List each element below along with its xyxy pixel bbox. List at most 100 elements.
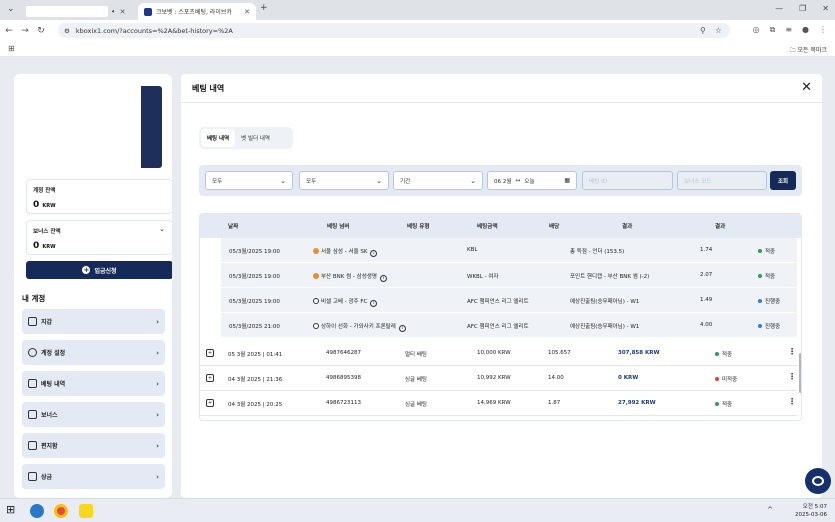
row-bet-type: 싱글 베팅 [405,377,427,383]
sidebar-item-prize[interactable]: 상금 › [22,464,165,489]
banner-redacted [26,86,141,168]
all-bookmarks-link[interactable]: 🗀 모든 북마크 [790,45,827,56]
kakaotalk-icon[interactable] [79,504,93,518]
row-menu-icon[interactable]: ⋮ [788,372,796,381]
tray-chevron-icon[interactable]: ^ [767,506,773,514]
select-value: 기간 [400,178,411,185]
sidebar-item-bonus[interactable]: 보너스 › [22,402,165,427]
filter-select-period[interactable]: 기간 ⌄ [393,171,483,190]
reload-icon[interactable]: ↻ [34,26,48,36]
wallet-icon [28,317,37,326]
zoom-icon[interactable]: ⚲ [700,26,706,35]
edge-browser-icon[interactable] [30,504,44,518]
info-icon[interactable]: i [370,250,378,257]
range-arrow-icon: ↔ [515,177,521,184]
menu-kebab-icon[interactable]: ⋮ [819,25,827,35]
info-icon[interactable]: i [379,275,387,282]
back-icon[interactable]: ← [2,26,16,36]
tab-bet-builder-history[interactable]: 벳 빌더 내역 [235,129,276,147]
profile-icon[interactable]: ● [802,25,809,35]
url-field[interactable]: ⚙ kboxix1.com/?accounts=%2A&bet-history=… [58,23,730,38]
sidebar-item-bet-history[interactable]: 베팅 내역 › [22,371,165,396]
info-icon[interactable]: i [398,325,406,332]
system-clock[interactable]: 오전 5:07 2025-03-06 [795,503,827,519]
sidebar-item-label: 상금 [41,474,53,481]
balance-label: 계정 잔액 [33,188,56,194]
clock-date: 2025-03-06 [795,512,827,518]
row-amount: 10,000 KRW [477,350,511,356]
bonus-code-input[interactable]: 보너스 코드 [677,171,767,190]
filter-select-type[interactable]: 모두 ⌄ [299,171,389,190]
tab-search-icon[interactable]: ⌄ [7,4,15,14]
forward-icon[interactable]: → [18,26,32,36]
selection-date: 05/3월/2025 21:00 [229,324,280,330]
chevron-right-icon: › [156,317,159,326]
col-result: 결과 [622,224,633,230]
trophy-icon [28,472,37,481]
selection-market: 포인트 핸디캡 - 부산 BNK 썸 (-2) [570,274,650,280]
chevron-down-icon[interactable]: ⌄ [159,225,165,233]
bet-id-input[interactable]: 베팅 ID [582,171,673,190]
restore-icon[interactable]: ❐ [799,4,806,13]
site-info-icon[interactable]: ⚙ [64,27,70,35]
sidebar-item-wallet[interactable]: 지갑 › [22,309,165,334]
date-from: 06 2월 [494,178,512,185]
basketball-icon [313,248,319,254]
puzzle-icon[interactable]: ⧉ [770,25,776,35]
bet-history-icon [28,379,37,388]
media-icon[interactable]: ≡ [785,25,792,35]
bonus-card[interactable]: 보너스 잔액 ⌄ 0 KRW [26,220,172,255]
table-scrollbar[interactable] [799,238,801,418]
col-odds: 배당 [549,224,560,230]
tab-bet-history[interactable]: 베팅 내역 [201,129,236,147]
site-favicon-icon [144,7,152,16]
sidebar-item-inbox[interactable]: 편지함 › [22,433,165,458]
chrome-browser-icon[interactable] [54,504,68,518]
sidebar-item-label: 편지함 [41,443,58,450]
apps-grid-icon[interactable]: ⊞ [8,44,15,53]
row-odds: 105.657 [548,350,571,356]
date-range-picker[interactable]: 06 2월 ↔ 오늘 ▦ [487,171,577,190]
minimize-icon[interactable]: — [775,4,783,13]
row-menu-icon[interactable]: ⋮ [788,397,796,406]
filter-select-status[interactable]: 모두 ⌄ [205,171,293,190]
row-amount: 14,969 KRW [477,400,511,406]
close-window-icon[interactable]: ✕ [822,4,829,13]
close-tab-icon[interactable]: ✕ [120,8,126,16]
url-text[interactable]: kboxix1.com/?accounts=%2A&bet-history=%2… [76,27,233,35]
browser-tab-blank[interactable]: 🔈︎ ✕ [20,3,136,20]
table-row[interactable]: + 04 3월 2025 | 20:25 4986723113 싱글 베팅 14… [200,391,797,416]
windows-start-icon[interactable]: ⊞ [6,503,20,517]
bookmark-star-icon[interactable]: ☆ [715,26,722,35]
selection-match: 비셀 고베 - 광주 FC i [313,297,378,307]
expand-row-icon[interactable]: + [206,374,214,382]
extension-icon[interactable]: ◎ [753,25,760,35]
row-status: 적중 [715,350,732,358]
divider [181,102,822,103]
browser-tab-active[interactable]: 크보벳 : 스포츠베팅, 라이브카 ✕ [138,3,256,20]
sidebar-item-account-settings[interactable]: 계정 설정 › [22,340,165,365]
search-button[interactable]: 조회 [770,171,796,190]
row-menu-icon[interactable]: ⋮ [788,347,796,356]
selection-row: 05/3월/2025 19:00 서울 삼성 - 서울 SK i KBL 총 득점… [221,238,797,263]
selection-match: 서울 삼성 - 서울 SK i [313,247,378,257]
table-row[interactable]: + 04 3월 2025 | 21:36 4986895398 싱글 베팅 10… [200,366,797,391]
audio-icon[interactable]: 🔈︎ [112,8,116,16]
close-tab-icon[interactable]: ✕ [244,8,250,16]
selection-odds: 4.00 [700,322,713,328]
expand-row-icon[interactable]: + [206,349,214,357]
selection-market: 예상진출팀(승무패아님) - W1 [570,299,640,305]
chat-button[interactable] [805,468,831,494]
expand-row-icon[interactable]: + [206,399,214,407]
deposit-button[interactable]: + 입금신청 [26,261,172,279]
status-dot [758,324,762,328]
filter-bar: 모두 ⌄ 모두 ⌄ 기간 ⌄ 06 2월 ↔ 오늘 ▦ 베팅 ID 보너스 코드 조회 [199,165,802,196]
bookmarks-bar: ⊞ 🗀 모든 북마크 [0,42,835,57]
scrollbar-thumb[interactable] [799,353,801,393]
info-icon[interactable]: i [370,300,378,307]
selection-date: 05/3월/2025 19:00 [229,299,280,305]
new-tab-button[interactable]: + [260,3,268,13]
close-icon[interactable]: ✕ [801,80,812,95]
row-result: 0 KRW [618,375,639,381]
table-row[interactable]: + 05 3월 2025 | 01:41 4987646287 멀티 베팅 10… [200,341,797,366]
